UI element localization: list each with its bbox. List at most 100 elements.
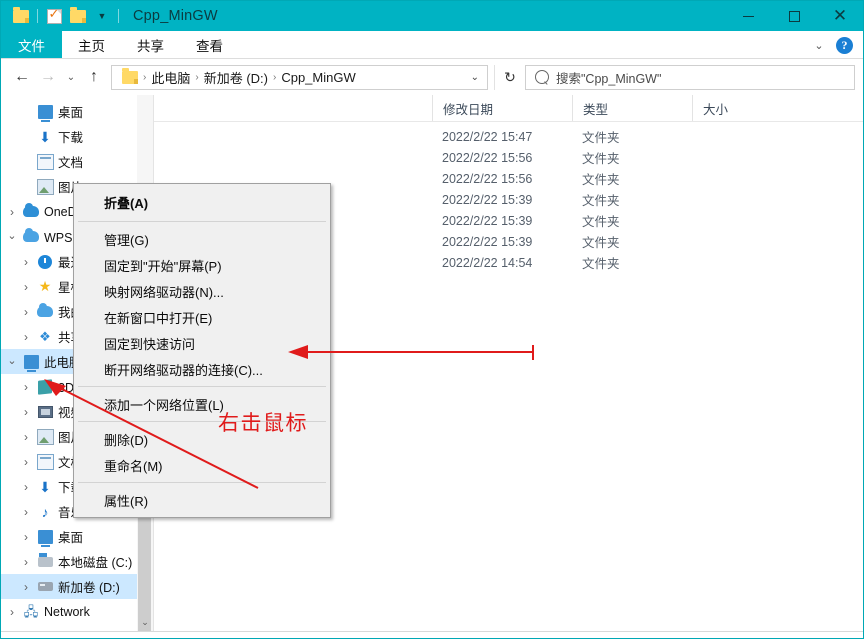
cell-date: 2022/2/22 15:39 bbox=[432, 210, 572, 231]
tab-file[interactable]: 文件 bbox=[1, 31, 62, 59]
breadcrumb-item-this-pc[interactable]: 此电脑 bbox=[147, 68, 194, 87]
window-title: Cpp_MinGW bbox=[133, 8, 218, 24]
chevron-right-icon[interactable]: › bbox=[17, 281, 35, 293]
title-bar: ▼ Cpp_MinGW ✕ bbox=[1, 1, 863, 31]
chevron-right-icon[interactable]: › bbox=[3, 206, 21, 218]
customize-qat-caret-icon[interactable]: ▼ bbox=[90, 5, 114, 27]
minimize-button[interactable] bbox=[725, 1, 771, 31]
this-pc-icon-glyph bbox=[24, 355, 39, 369]
chevron-right-icon[interactable]: › bbox=[17, 256, 35, 268]
chevron-right-icon[interactable]: › bbox=[17, 531, 35, 543]
menu-item-8[interactable]: 删除(D) bbox=[74, 426, 330, 452]
tab-view[interactable]: 查看 bbox=[180, 31, 239, 59]
search-box[interactable]: 搜索"Cpp_MinGW" bbox=[525, 65, 855, 90]
search-input[interactable]: 搜索"Cpp_MinGW" bbox=[556, 68, 661, 87]
table-row[interactable]: 2022/2/22 15:47文件夹 bbox=[154, 126, 863, 147]
cell-name bbox=[154, 126, 432, 147]
new-folder-icon[interactable] bbox=[66, 5, 90, 27]
properties-icon[interactable] bbox=[42, 5, 66, 27]
drive-icon-glyph bbox=[38, 582, 53, 591]
sidebar-item-17[interactable]: › 桌面 bbox=[1, 524, 153, 549]
chevron-right-icon[interactable]: › bbox=[17, 556, 35, 568]
sidebar-item-label: 桌面 bbox=[55, 527, 83, 546]
cell-type: 文件夹 bbox=[572, 210, 692, 231]
sidebar-item-label: 本地磁盘 (C:) bbox=[55, 552, 132, 571]
menu-item-3[interactable]: 映射网络驱动器(N)... bbox=[74, 278, 330, 304]
cell-size bbox=[692, 147, 777, 168]
context-menu[interactable]: 折叠(A) 管理(G)固定到"开始"屏幕(P)映射网络驱动器(N)...在新窗口中… bbox=[73, 183, 331, 518]
sidebar-item-20[interactable]: ›🖧Network bbox=[1, 599, 153, 624]
table-row[interactable]: 2022/2/22 15:56文件夹 bbox=[154, 147, 863, 168]
chevron-down-icon[interactable]: ⌄ bbox=[3, 231, 21, 242]
chevron-down-icon[interactable]: ⌄ bbox=[3, 356, 21, 367]
recent-locations-icon[interactable]: ⌄ bbox=[61, 64, 81, 90]
pictures-icon-glyph bbox=[37, 179, 54, 195]
help-icon[interactable]: ? bbox=[836, 37, 853, 54]
menu-separator bbox=[78, 482, 326, 483]
maximize-button[interactable] bbox=[771, 1, 817, 31]
chevron-right-icon[interactable]: › bbox=[17, 331, 35, 343]
chevron-right-icon[interactable]: › bbox=[17, 431, 35, 443]
videos-icon bbox=[35, 406, 55, 418]
cell-size bbox=[692, 231, 777, 252]
sidebar-item-label: 下载 bbox=[55, 127, 83, 146]
forward-button[interactable]: → bbox=[35, 64, 61, 90]
menu-item-7[interactable]: 添加一个网络位置(L) bbox=[74, 391, 330, 417]
menu-item-2[interactable]: 固定到"开始"屏幕(P) bbox=[74, 252, 330, 278]
sidebar-item-18[interactable]: › 本地磁盘 (C:) bbox=[1, 549, 153, 574]
download-icon-glyph: ⬇ bbox=[39, 130, 51, 144]
menu-item-6[interactable]: 断开网络驱动器的连接(C)... bbox=[74, 356, 330, 382]
menu-item-9[interactable]: 重命名(M) bbox=[74, 452, 330, 478]
chevron-right-icon[interactable]: › bbox=[17, 381, 35, 393]
sidebar-item-2[interactable]: 文档 bbox=[1, 149, 153, 174]
address-dropdown-icon[interactable]: ⌄ bbox=[463, 72, 487, 83]
explorer-body: 桌面⬇下载文档图片›OneDrive⌄WPS网盘›最近›★星标›我的云文档›❖共… bbox=[1, 95, 863, 631]
qat-divider-2 bbox=[118, 9, 119, 23]
cloud-icon-glyph bbox=[37, 306, 53, 317]
chevron-down-icon[interactable]: ⌄ bbox=[812, 38, 826, 52]
chevron-right-icon[interactable]: › bbox=[3, 606, 21, 618]
menu-item-0[interactable]: 折叠(A) bbox=[74, 188, 330, 217]
status-bar bbox=[1, 631, 863, 638]
pictures-icon bbox=[35, 429, 55, 445]
chevron-right-icon[interactable]: › bbox=[17, 581, 35, 593]
chevron-right-icon[interactable]: › bbox=[17, 406, 35, 418]
column-header-name[interactable] bbox=[154, 95, 432, 121]
tab-home[interactable]: 主页 bbox=[62, 31, 121, 59]
scroll-down-icon[interactable]: ⌄ bbox=[137, 614, 153, 631]
desktop-icon-glyph bbox=[38, 105, 53, 119]
cell-date: 2022/2/22 15:39 bbox=[432, 231, 572, 252]
cell-date: 2022/2/22 15:56 bbox=[432, 168, 572, 189]
breadcrumb: › 此电脑 › 新加卷 (D:) › Cpp_MinGW bbox=[112, 66, 463, 88]
refresh-button[interactable]: ↻ bbox=[494, 65, 525, 90]
3d-objects-icon-glyph bbox=[38, 379, 52, 394]
breadcrumb-item-cpp-mingw[interactable]: Cpp_MinGW bbox=[277, 70, 359, 85]
menu-item-4[interactable]: 在新窗口中打开(E) bbox=[74, 304, 330, 330]
column-header-type[interactable]: 类型 bbox=[572, 95, 692, 121]
menu-item-10[interactable]: 属性(R) bbox=[74, 487, 330, 513]
chevron-right-icon[interactable]: › bbox=[17, 506, 35, 518]
sidebar-item-19[interactable]: ›新加卷 (D:) bbox=[1, 574, 153, 599]
pictures-icon-glyph bbox=[37, 429, 54, 445]
chevron-right-icon[interactable]: › bbox=[17, 306, 35, 318]
up-button[interactable]: ↑ bbox=[81, 64, 107, 90]
desktop-icon bbox=[35, 530, 55, 544]
menu-item-1[interactable]: 管理(G) bbox=[74, 226, 330, 252]
cell-type: 文件夹 bbox=[572, 147, 692, 168]
chevron-right-icon[interactable]: › bbox=[17, 481, 35, 493]
address-input[interactable]: › 此电脑 › 新加卷 (D:) › Cpp_MinGW ⌄ bbox=[111, 65, 488, 90]
folder-icon[interactable] bbox=[9, 5, 33, 27]
menu-item-5[interactable]: 固定到快速访问 bbox=[74, 330, 330, 356]
column-header-size[interactable]: 大小 bbox=[692, 95, 777, 121]
clock-icon bbox=[35, 255, 55, 269]
column-header-date[interactable]: 修改日期 bbox=[432, 95, 572, 121]
chevron-right-icon[interactable]: › bbox=[17, 456, 35, 468]
close-button[interactable]: ✕ bbox=[817, 1, 863, 31]
sidebar-item-0[interactable]: 桌面 bbox=[1, 99, 153, 124]
breadcrumb-folder-icon bbox=[118, 66, 142, 88]
cell-date: 2022/2/22 14:54 bbox=[432, 252, 572, 273]
back-button[interactable]: ← bbox=[9, 64, 35, 90]
breadcrumb-item-volume-d[interactable]: 新加卷 (D:) bbox=[200, 68, 272, 87]
sidebar-item-1[interactable]: ⬇ 下载 bbox=[1, 124, 153, 149]
tab-share[interactable]: 共享 bbox=[121, 31, 180, 59]
